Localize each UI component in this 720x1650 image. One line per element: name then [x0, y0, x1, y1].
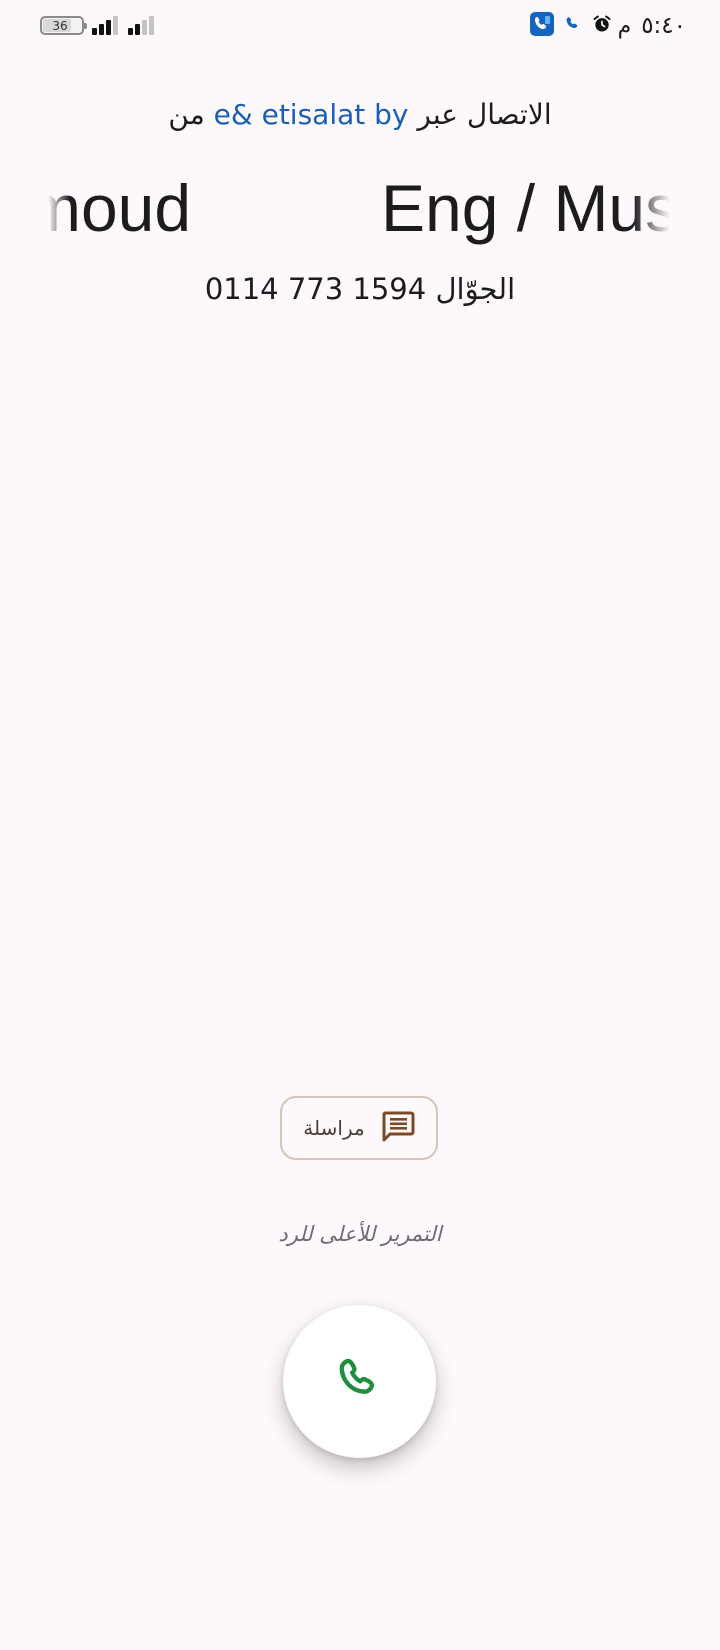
phone-icon	[334, 1354, 386, 1410]
caller-number: 0114 773 1594	[204, 272, 427, 306]
message-button[interactable]: مراسلة	[280, 1096, 438, 1160]
signal-strength-icon	[92, 16, 122, 36]
caller-number-line: الجوّال 0114 773 1594	[0, 272, 720, 306]
status-bar: 36 م ٥:٤٠	[0, 0, 720, 52]
via-suffix: من	[168, 98, 205, 131]
alarm-icon	[592, 14, 612, 38]
status-right-group: م ٥:٤٠	[520, 12, 686, 40]
carrier-name: e& etisalat by	[213, 98, 409, 131]
dialer-app-icon	[529, 12, 554, 40]
answer-call-button[interactable]	[283, 1305, 436, 1458]
swipe-hint: التمرير للأعلى للرد	[278, 1222, 442, 1246]
incoming-call-screen: 36 م ٥:٤٠ الاتصال عبر e& etisalat by من …	[0, 0, 720, 1650]
via-prefix: الاتصال عبر	[417, 98, 552, 131]
caller-name-marquee: moud Eng / Must	[48, 168, 670, 248]
battery-level: 36	[52, 18, 68, 33]
caller-name-part: Eng / Must	[381, 171, 670, 245]
call-via-line: الاتصال عبر e& etisalat by من	[0, 98, 720, 131]
message-icon	[381, 1110, 415, 1146]
call-indicator-icon	[564, 15, 582, 37]
number-type: الجوّال	[435, 272, 516, 306]
caller-name: moud Eng / Must	[48, 168, 670, 248]
caller-name-part: moud	[48, 171, 192, 245]
signal-strength-icon	[128, 16, 160, 36]
message-label: مراسلة	[303, 1116, 365, 1140]
battery-indicator: 36	[40, 16, 87, 35]
status-time: ٥:٤٠	[641, 13, 686, 39]
status-ampm: م	[617, 13, 632, 39]
